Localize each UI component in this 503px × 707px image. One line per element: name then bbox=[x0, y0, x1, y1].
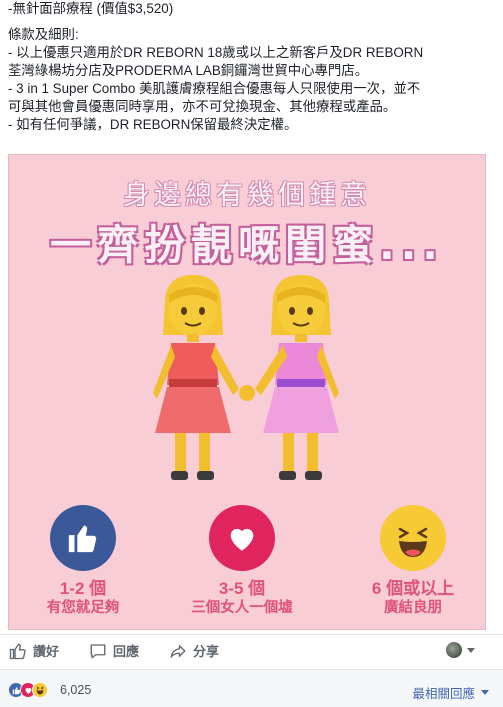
reaction-count[interactable]: 6,025 bbox=[60, 683, 91, 697]
comment-action-label: 回應 bbox=[113, 644, 140, 659]
comment-sort-label: 最相關回應 bbox=[412, 687, 475, 701]
haha-icon bbox=[380, 505, 446, 571]
like-action-button[interactable]: 讚好 bbox=[9, 641, 59, 660]
thumbs-up-icon bbox=[9, 642, 26, 659]
post-line: 可與其他會員優惠同時享用，亦不可兌換現金、其他療程或產品。 bbox=[8, 99, 397, 114]
share-action-label: 分享 bbox=[193, 644, 220, 659]
chevron-down-icon bbox=[467, 647, 475, 653]
like-action-label: 讚好 bbox=[33, 644, 60, 659]
chevron-down-icon bbox=[481, 690, 489, 695]
reaction-like-range: 1-2 個 bbox=[59, 579, 107, 598]
post-line: - 3 in 1 Super Combo 美肌護膚療程組合優惠每人只限使用一次，… bbox=[8, 81, 421, 96]
reaction-haha-range: 6 個或以上 bbox=[371, 579, 455, 598]
share-icon bbox=[170, 644, 186, 658]
post-line: 荃灣綠楊坊分店及PRODERMA LAB銅鑼灣世貿中心專門店。 bbox=[8, 63, 369, 78]
reaction-haha-caption: 廣結良朋 bbox=[384, 600, 442, 616]
like-icon bbox=[50, 505, 116, 571]
post-image[interactable]: 身邊總有幾個鍾意 一齊扮靚嘅閨蜜... 1-2 個 有您就足夠 3-5 個 三個… bbox=[8, 154, 486, 630]
reactions-summary-bar: 6,025 最相關回應 bbox=[0, 669, 503, 707]
left-girl-figure bbox=[153, 275, 239, 480]
post-actions-bar: 讚好 回應 分享 bbox=[0, 634, 503, 668]
haha-reaction-icon bbox=[32, 682, 48, 698]
post-as-selector[interactable] bbox=[446, 642, 475, 658]
post-line: - 以上優惠只適用於DR REBORN 18歲或以上之新客戶及DR REBORN bbox=[8, 45, 424, 60]
reaction-love-option: 3-5 個 三個女人一個墟 bbox=[172, 505, 312, 618]
reaction-like-caption: 有您就足夠 bbox=[46, 600, 120, 616]
right-girl-figure bbox=[239, 275, 339, 480]
reaction-love-caption: 三個女人一個墟 bbox=[191, 600, 293, 616]
post-line: -無針面部療程 (價值$3,520) bbox=[8, 1, 174, 16]
reaction-haha-option: 6 個或以上 廣結良朋 bbox=[343, 505, 483, 618]
reaction-icons-group[interactable] bbox=[8, 682, 48, 698]
post-line: 條款及細則: bbox=[8, 27, 79, 42]
love-icon bbox=[209, 505, 275, 571]
image-headline-small: 身邊總有幾個鍾意 bbox=[123, 180, 371, 211]
comment-sort-dropdown[interactable]: 最相關回應 bbox=[412, 683, 489, 702]
image-headline-big: 一齊扮靚嘅閨蜜... bbox=[50, 221, 444, 269]
share-action-button[interactable]: 分享 bbox=[169, 641, 219, 660]
reaction-love-range: 3-5 個 bbox=[218, 579, 266, 598]
reaction-like-option: 1-2 個 有您就足夠 bbox=[13, 505, 153, 618]
two-girls-holding-hands-illustration bbox=[153, 275, 339, 480]
comment-action-button[interactable]: 回應 bbox=[89, 641, 139, 660]
comment-icon bbox=[90, 643, 106, 658]
post-text: -無針面部療程 (價值$3,520) 條款及細則: - 以上優惠只適用於DR R… bbox=[0, 0, 503, 134]
post-line: - 如有任何爭議，DR REBORN保留最終決定權。 bbox=[8, 117, 298, 132]
avatar bbox=[446, 642, 462, 658]
